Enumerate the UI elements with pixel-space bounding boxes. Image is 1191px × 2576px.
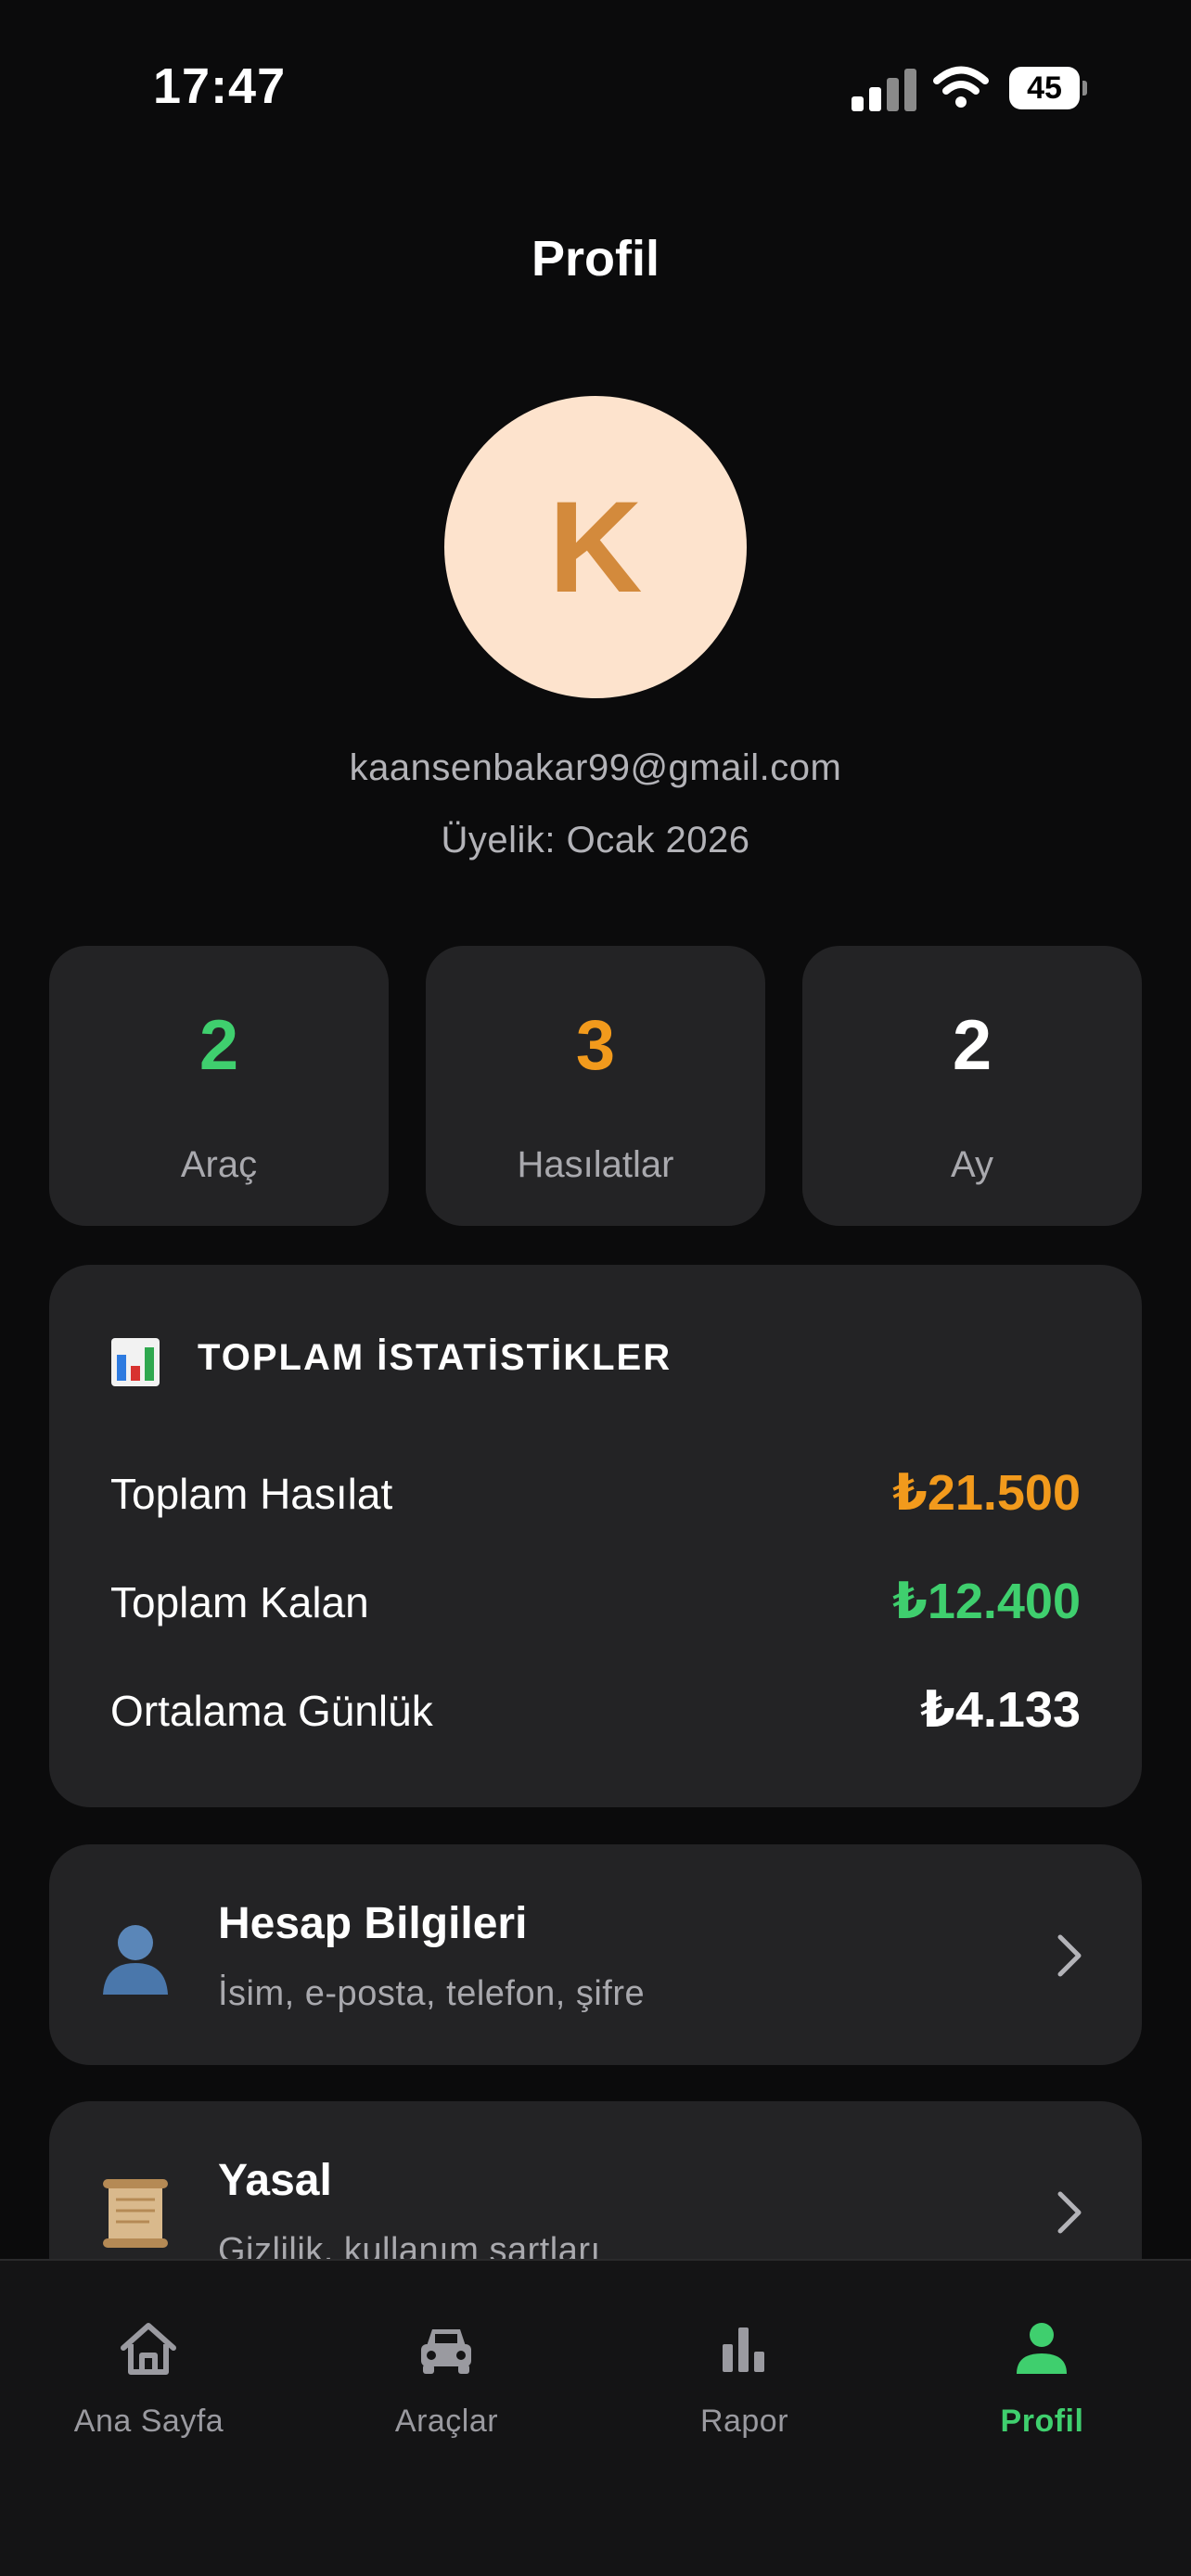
stat-card-months: 2 Ay [802, 946, 1142, 1226]
menu-title: Hesap Bilgileri [218, 1899, 528, 1948]
wifi-icon [933, 66, 989, 108]
total-revenue-value: ₺21.500 [892, 1465, 1081, 1521]
stat-card-revenues: 3 Hasılatlar [426, 946, 765, 1226]
person-icon [1017, 2323, 1067, 2374]
total-statistics-card: TOPLAM İSTATİSTİKLER Toplam Hasılat ₺21.… [49, 1265, 1142, 1807]
tab-home[interactable]: Ana Sayfa [0, 2316, 298, 2455]
section-title: TOPLAM İSTATİSTİKLER [198, 1337, 672, 1378]
chart-icon [723, 2327, 764, 2372]
tab-label: Ana Sayfa [73, 2404, 224, 2439]
stat-label: Araç [180, 1144, 258, 1185]
total-remaining-value: ₺12.400 [892, 1574, 1081, 1629]
status-bar: 17:47 45 [0, 0, 1191, 176]
membership-date: Üyelik: Ocak 2026 [441, 820, 750, 861]
user-silhouette-icon [103, 1925, 168, 1995]
user-email: kaansenbakar99@gmail.com [349, 747, 842, 788]
stat-label: Hasılatlar [517, 1144, 674, 1185]
avatar[interactable]: K [444, 396, 747, 698]
account-info-row[interactable]: Hesap Bilgileri İsim, e-posta, telefon, … [49, 1844, 1142, 2065]
bottom-tab-bar: Ana Sayfa Araçlar Rapor Profil [0, 2259, 1191, 2576]
tab-label: Rapor [699, 2404, 789, 2439]
daily-average-label: Ortalama Günlük [110, 1687, 433, 1735]
stat-card-vehicles: 2 Araç [49, 946, 389, 1226]
chevron-right-icon [1057, 2191, 1082, 2234]
avatar-initial: K [548, 474, 643, 619]
total-revenue-label: Toplam Hasılat [110, 1470, 393, 1518]
profile-screen: 17:47 45 Profil K kaansenbakar99@gmail.c… [0, 0, 1191, 2576]
status-time: 17:47 [153, 58, 287, 114]
stat-value: 2 [952, 1006, 992, 1085]
tab-vehicles[interactable]: Araçlar [298, 2316, 596, 2455]
daily-average-value: ₺4.133 [920, 1682, 1081, 1738]
cellular-signal-icon [852, 67, 916, 111]
tab-label: Profil [1000, 2404, 1084, 2439]
scroll-icon [103, 2179, 168, 2248]
stat-value: 2 [198, 1006, 239, 1085]
page-title: Profil [531, 231, 660, 287]
tab-report[interactable]: Rapor [596, 2316, 893, 2455]
car-icon [421, 2329, 471, 2374]
tab-label: Araçlar [394, 2404, 499, 2439]
tab-profile[interactable]: Profil [893, 2316, 1191, 2455]
battery-icon: 45 [1009, 67, 1087, 109]
battery-level: 45 [1027, 70, 1062, 106]
home-icon [121, 2323, 176, 2375]
bar-chart-icon [111, 1338, 160, 1386]
stat-label: Ay [951, 1144, 993, 1185]
total-remaining-label: Toplam Kalan [110, 1578, 369, 1626]
menu-subtitle: İsim, e-posta, telefon, şifre [218, 1974, 646, 2013]
menu-title: Yasal [218, 2156, 332, 2205]
chevron-right-icon [1057, 1934, 1082, 1977]
stat-value: 3 [575, 1006, 616, 1085]
